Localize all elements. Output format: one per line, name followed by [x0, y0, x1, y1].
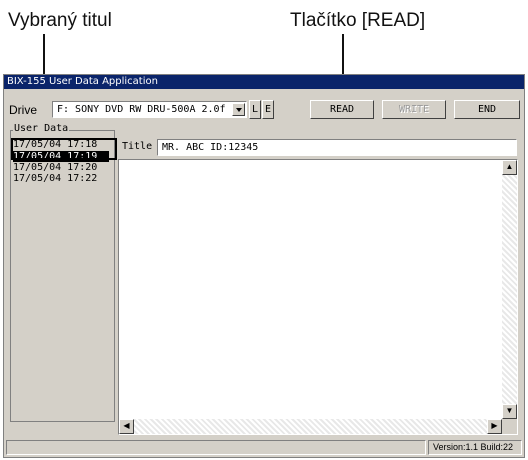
arrow-right-icon[interactable]: ▶ — [487, 419, 502, 434]
status-pane-main — [6, 440, 426, 455]
title-label: Title — [122, 141, 153, 152]
end-button[interactable]: END — [454, 100, 520, 119]
app-window: BIX-155 User Data Application Drive F: S… — [3, 74, 525, 458]
l-button[interactable]: L — [249, 100, 261, 119]
drive-select[interactable]: F: SONY DVD RW DRU-500A 2.0f — [52, 101, 247, 118]
status-bar: Version:1.1 Build:22 — [6, 440, 522, 455]
drive-select-value: F: SONY DVD RW DRU-500A 2.0f — [57, 104, 226, 115]
write-button[interactable]: WRITE — [382, 100, 446, 119]
user-data-label: User Data — [13, 123, 70, 135]
scroll-corner — [502, 419, 517, 434]
horizontal-scrollbar[interactable]: ◀ ▶ — [119, 419, 502, 434]
version-label: Version:1.1 Build:22 — [428, 440, 522, 455]
arrow-down-icon[interactable]: ▼ — [502, 404, 517, 419]
arrow-up-icon[interactable]: ▲ — [502, 160, 517, 175]
arrow-left-icon[interactable]: ◀ — [119, 419, 134, 434]
read-button[interactable]: READ — [310, 100, 374, 119]
chevron-down-icon[interactable] — [232, 103, 245, 116]
drive-label: Drive — [9, 103, 38, 117]
window-title: BIX-155 User Data Application — [4, 75, 524, 89]
callout-read-button: Tlačítko [READ] — [290, 10, 426, 31]
list-item[interactable]: 17/05/04 17:20 — [13, 162, 109, 173]
list-item[interactable]: 17/05/04 17:22 — [13, 173, 109, 184]
user-data-text-area[interactable]: ▲ ▼ ◀ ▶ — [118, 159, 518, 435]
vertical-scrollbar[interactable]: ▲ ▼ — [502, 160, 517, 419]
callout-selected-title: Vybraný titul — [8, 10, 112, 31]
e-button[interactable]: E — [262, 100, 274, 119]
title-field[interactable]: MR. ABC ID:12345 — [157, 139, 517, 156]
selected-title-highlight — [11, 138, 117, 160]
